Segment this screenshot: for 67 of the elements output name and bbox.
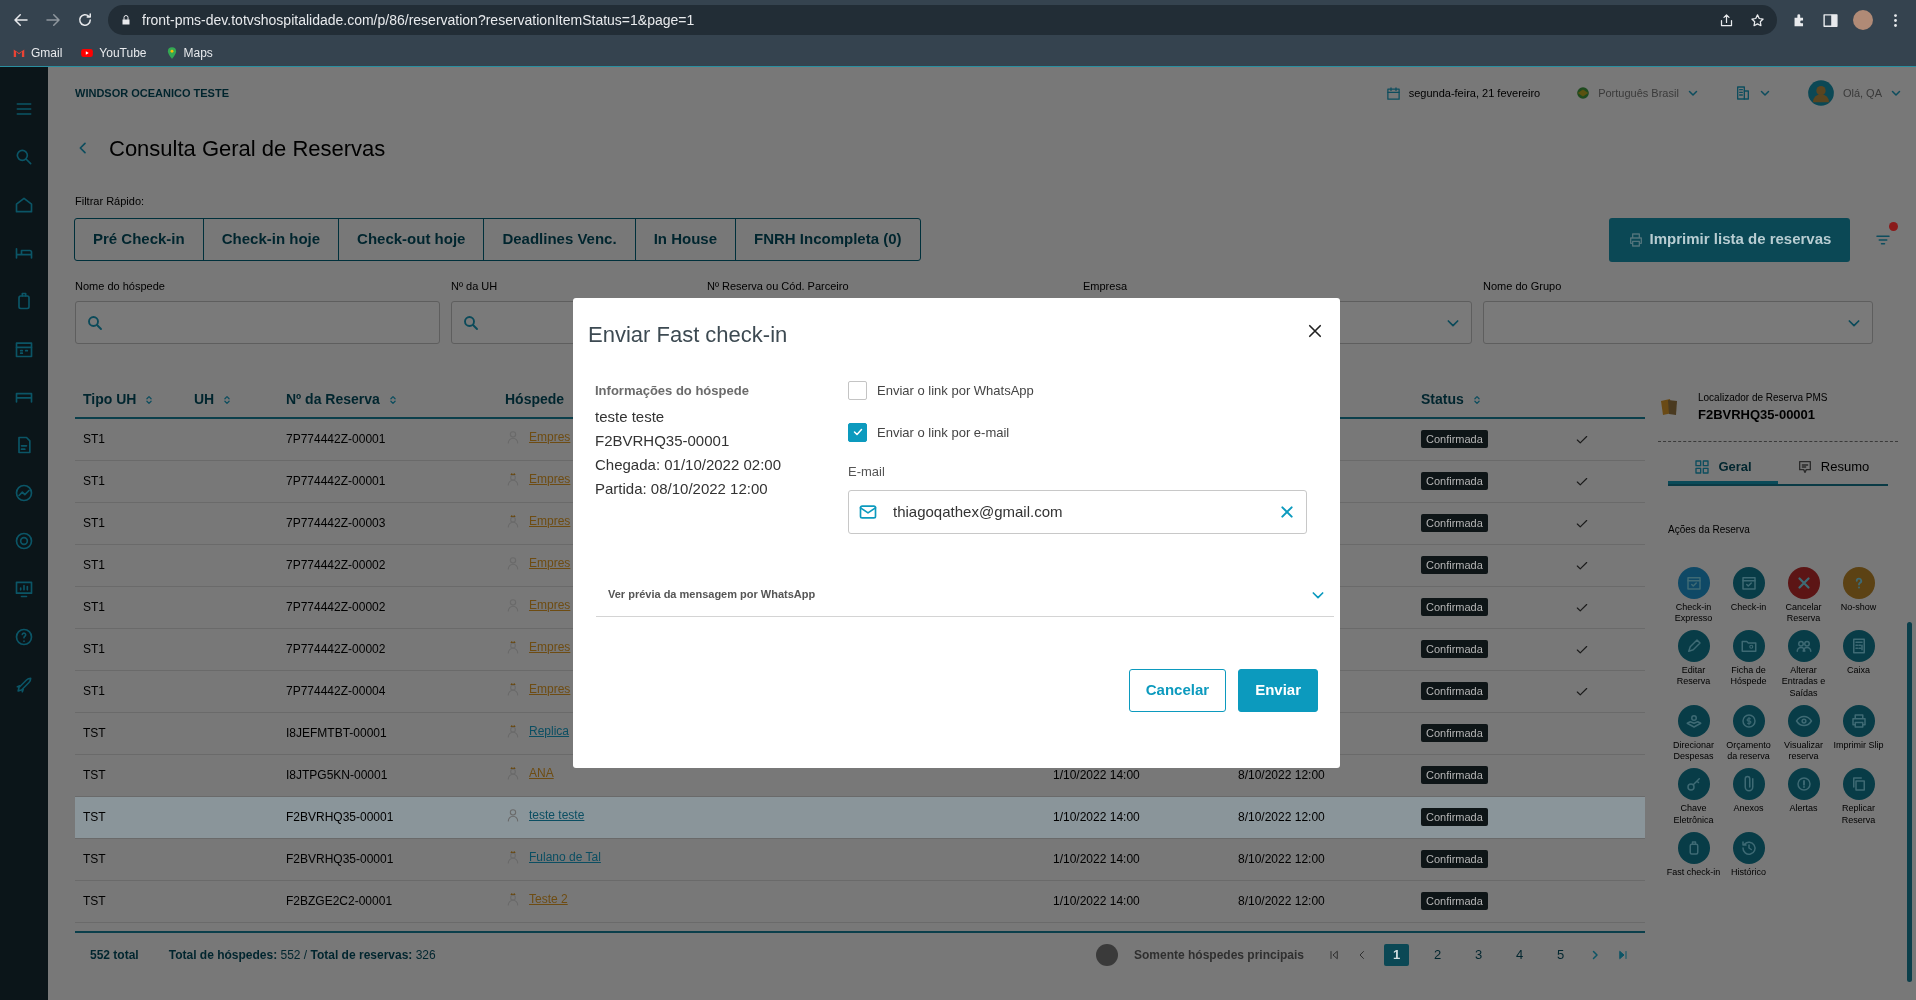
field-label: E-mail [848,463,886,481]
table-cell: 1/10/2022 14:00 [1053,894,1140,908]
table-cell: 7P774442Z-00004 [286,684,386,698]
field-label: Nº da UH [451,278,499,294]
status-badge: Confirmada [1421,640,1488,658]
table-cell: 7P774442Z-00001 [286,432,386,447]
filter-label: Filtrar Rápido: [75,194,146,209]
table-cell: 1/10/2022 14:00 [1053,852,1140,866]
guest-info-text: F2BVRHQ35-00001 [595,430,731,451]
table-cell: TST [83,894,106,908]
table-cell: 7P774442Z-00002 [286,642,386,656]
table-cell: I8JEFMTBT-00001 [286,726,387,740]
status-badge: Confirmada [1421,724,1488,742]
status-badge: Confirmada [1421,808,1488,826]
status-badge: Confirmada [1421,598,1488,616]
page-title: Consulta Geral de Reservas [109,134,386,163]
table-cell: F2BVRHQ35-00001 [286,852,394,866]
status-badge: Confirmada [1421,556,1488,574]
url-text: front-pms-dev.totvshospitalidade.com/p/86/reservation?reservationItemStatus=1&page=1 [142,10,695,30]
table-cell: 7P774442Z-00001 [286,474,386,488]
table-cell: 8/10/2022 12:00 [1238,768,1325,782]
table-cell: ST1 [83,600,105,614]
modal-title: Enviar Fast check-in [588,321,788,349]
table-cell: I8JTPG5KN-00001 [286,768,388,782]
table-cell: 7P774442Z-00002 [286,558,386,572]
section-title: Ações da Reserva [1668,522,1751,537]
toggle-label: Somente hóspedes principais [1133,946,1304,964]
table-cell: 1/10/2022 14:00 [1053,768,1140,782]
field-label: Nº Reserva ou Cód. Parceiro [707,278,850,294]
status-badge: Confirmada [1421,430,1488,449]
table-cell: ST1 [83,516,105,530]
field-label: Empresa [1083,278,1129,294]
hotel-name: WINDSOR OCEANICO TESTE [75,85,229,101]
checkbox-label: Enviar o link por e-mail [877,423,1010,442]
guest-info-text: Partida: 08/10/2022 12:00 [595,478,769,499]
status-badge: Confirmada [1421,850,1488,868]
status-badge: Confirmada [1421,766,1488,784]
table-cell: 7P774442Z-00002 [286,600,386,614]
table-cell: ST1 [83,684,105,698]
table-cell: ST1 [83,474,105,488]
section-title: Informações do hóspede [595,382,750,400]
locator-code: F2BVRHQ35-00001 [1698,406,1817,424]
table-cell: ST1 [83,558,105,572]
table-cell: 7P774442Z-00003 [286,516,386,530]
table-cell: TST [83,852,106,866]
date-text: segunda-feira, 21 fevereiro [1408,85,1541,101]
table-cell: TST [83,726,106,740]
totals-summary: Total de hóspedes: 552 / Total de reservas: 326 [168,946,436,964]
status-badge: Confirmada [1421,514,1488,532]
table-cell: TST [83,768,106,782]
field-label: Nome do hóspede [75,278,166,294]
table-cell: TST [83,810,106,824]
status-badge: Confirmada [1421,892,1488,910]
total-count: 552 total [90,946,139,964]
table-cell: F2BVRHQ35-00001 [286,810,394,824]
table-cell: ST1 [83,432,105,447]
table-cell: 1/10/2022 14:00 [1053,810,1140,824]
field-label: Nome do Grupo [1483,278,1563,294]
status-badge: Confirmada [1421,472,1488,490]
status-badge: Confirmada [1421,682,1488,700]
table-cell: F2BZGE2C2-00001 [286,894,393,908]
table-cell: ST1 [83,642,105,656]
locator-label: Localizador de Reserva PMS [1698,391,1828,405]
table-cell: 8/10/2022 12:00 [1238,894,1325,908]
checkbox-label: Enviar o link por WhatsApp [877,382,1034,400]
table-cell: 8/10/2022 12:00 [1238,810,1325,824]
table-cell: 8/10/2022 12:00 [1238,852,1325,866]
